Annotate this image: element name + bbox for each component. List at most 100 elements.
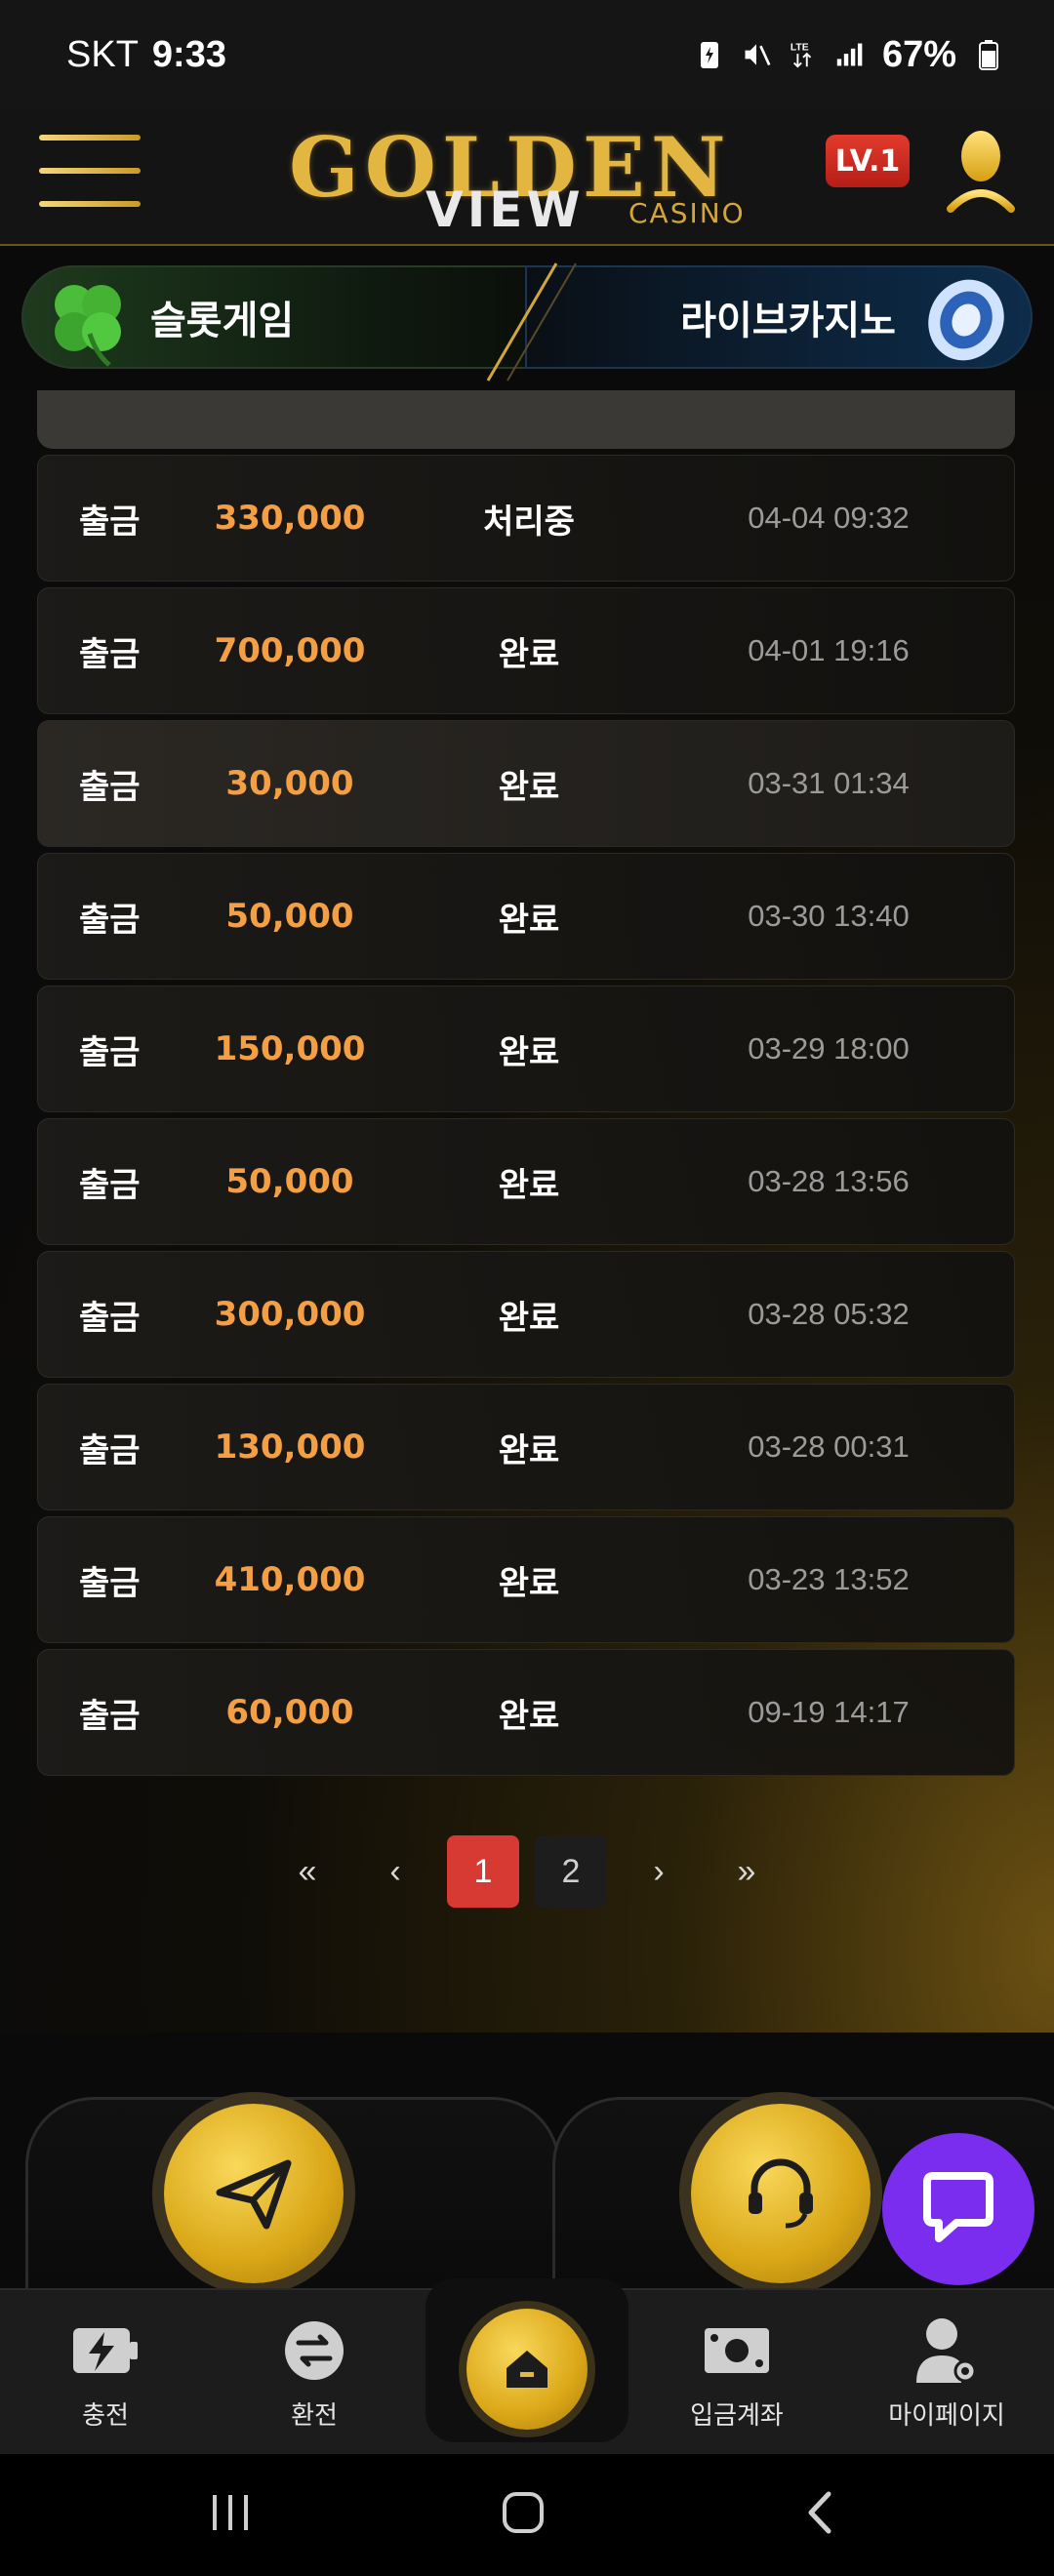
nav-exchange-label: 환전 xyxy=(291,2401,338,2431)
pagination: « ‹ 1 2 › » xyxy=(0,1834,1054,1909)
golden-view-logo[interactable]: GOLDEN VIEW CASINO xyxy=(289,113,757,238)
user-profile-icon[interactable] xyxy=(947,127,1015,215)
menu-icon[interactable] xyxy=(39,135,141,209)
battery-saver-icon xyxy=(695,38,724,71)
row-type: 출금 xyxy=(79,634,141,674)
row-status: 처리중 xyxy=(483,502,575,542)
carrier-label: SKT xyxy=(66,33,139,75)
page-2-button[interactable]: 2 xyxy=(535,1835,607,1908)
status-icons: LTE 67% xyxy=(695,34,1003,76)
cash-icon xyxy=(703,2319,771,2382)
battery-icon xyxy=(974,38,1003,71)
table-row[interactable]: 출금 50,000 완료 03-30 13:40 xyxy=(37,853,1015,980)
row-amount: 410,000 xyxy=(214,1560,366,1599)
row-date: 03-28 05:32 xyxy=(748,1297,910,1331)
table-row[interactable]: 출금 50,000 완료 03-28 13:56 xyxy=(37,1118,1015,1245)
table-row[interactable]: 출금 60,000 완료 09-19 14:17 xyxy=(37,1649,1015,1776)
app-header: GOLDEN VIEW CASINO LV.1 xyxy=(0,109,1054,246)
table-row[interactable]: 출금 30,000 완료 03-31 01:34 xyxy=(37,720,1015,847)
row-type: 출금 xyxy=(79,1563,141,1603)
table-row[interactable]: 출금 130,000 완료 03-28 00:31 xyxy=(37,1384,1015,1510)
casino-chip-icon xyxy=(928,279,1004,361)
withdraw-history[interactable]: 출금 330,000 처리중 04-04 09:32 출금 700,000 완료… xyxy=(0,390,1054,2033)
page-1-button[interactable]: 1 xyxy=(447,1835,519,1908)
row-date: 04-01 19:16 xyxy=(748,633,910,667)
row-status: 완료 xyxy=(498,1298,560,1338)
lte-icon: LTE xyxy=(789,38,818,71)
row-date: 09-19 14:17 xyxy=(748,1695,910,1729)
mute-icon xyxy=(742,38,771,71)
system-nav-bar xyxy=(0,2454,1054,2576)
row-status: 완료 xyxy=(498,900,560,940)
row-type: 출금 xyxy=(79,767,141,807)
table-row[interactable]: 출금 300,000 완료 03-28 05:32 xyxy=(37,1251,1015,1378)
prev-page-button[interactable]: ‹ xyxy=(359,1835,431,1908)
row-date: 03-30 13:40 xyxy=(748,899,910,933)
row-type: 출금 xyxy=(79,900,141,940)
row-type: 출금 xyxy=(79,1696,141,1736)
tab-divider-stripes xyxy=(486,262,577,382)
battery-charge-icon xyxy=(71,2319,140,2382)
telegram-icon xyxy=(216,2159,292,2230)
row-type: 출금 xyxy=(79,1165,141,1205)
row-status: 완료 xyxy=(498,767,560,807)
nav-my-page-label: 마이페이지 xyxy=(888,2401,1005,2431)
row-status: 완료 xyxy=(498,634,560,674)
svg-text:LTE: LTE xyxy=(790,42,809,53)
chat-button[interactable] xyxy=(882,2133,1034,2285)
last-page-button[interactable]: » xyxy=(710,1835,783,1908)
clock: 9:33 xyxy=(151,33,226,75)
row-status: 완료 xyxy=(498,1165,560,1205)
chat-bubble-icon xyxy=(923,2172,993,2242)
signal-icon xyxy=(835,38,865,71)
home-button[interactable] xyxy=(466,2309,588,2430)
nav-charge[interactable]: 충전 xyxy=(8,2319,203,2446)
nav-charge-label: 충전 xyxy=(82,2401,129,2431)
home-system-icon[interactable] xyxy=(484,2483,562,2542)
user-settings-icon xyxy=(912,2318,981,2383)
tab-live-label: 라이브카지노 xyxy=(680,299,896,343)
row-status: 완료 xyxy=(498,1696,560,1736)
row-amount: 60,000 xyxy=(225,1693,354,1732)
next-page-button[interactable]: › xyxy=(623,1835,695,1908)
nav-deposit-label: 입금계좌 xyxy=(690,2401,784,2431)
row-status: 완료 xyxy=(498,1430,560,1470)
row-date: 04-04 09:32 xyxy=(748,501,910,535)
row-amount: 300,000 xyxy=(214,1295,366,1334)
table-row[interactable]: 출금 150,000 완료 03-29 18:00 xyxy=(37,986,1015,1112)
table-row[interactable]: 출금 330,000 처리중 04-04 09:32 xyxy=(37,455,1015,582)
nav-deposit-account[interactable]: 입금계좌 xyxy=(639,2319,834,2446)
row-amount: 130,000 xyxy=(214,1428,366,1467)
first-page-button[interactable]: « xyxy=(271,1835,344,1908)
recent-apps-icon[interactable] xyxy=(191,2483,269,2542)
row-status: 완료 xyxy=(498,1563,560,1603)
table-row[interactable]: 출금 700,000 완료 04-01 19:16 xyxy=(37,587,1015,714)
row-type: 출금 xyxy=(79,1298,141,1338)
live-support-button[interactable] xyxy=(691,2104,871,2283)
page: SKT 9:33 LTE 67% GOLDEN VIEW CASINO LV.1… xyxy=(0,0,1054,2576)
level-badge[interactable]: LV.1 xyxy=(826,135,910,187)
clover-icon xyxy=(55,285,121,367)
exchange-icon xyxy=(280,2319,348,2382)
back-icon[interactable] xyxy=(781,2483,859,2542)
row-amount: 50,000 xyxy=(225,1162,354,1201)
nav-my-page[interactable]: 마이페이지 xyxy=(849,2318,1044,2446)
battery-percent: 67% xyxy=(881,33,956,75)
row-date: 03-29 18:00 xyxy=(748,1031,910,1066)
row-amount: 330,000 xyxy=(214,499,366,538)
logo-casino-text: CASINO xyxy=(628,197,746,229)
row-status: 완료 xyxy=(498,1032,560,1072)
status-bar: SKT 9:33 LTE 67% xyxy=(0,0,1054,109)
row-amount: 50,000 xyxy=(225,897,354,936)
table-row[interactable]: 출금 410,000 완료 03-23 13:52 xyxy=(37,1516,1015,1643)
telegram-button[interactable] xyxy=(164,2104,344,2283)
row-date: 03-28 13:56 xyxy=(748,1164,910,1198)
home-icon xyxy=(507,2351,547,2388)
row-date: 03-31 01:34 xyxy=(748,766,910,800)
row-date: 03-23 13:52 xyxy=(748,1562,910,1596)
row-type: 출금 xyxy=(79,1430,141,1470)
headset-icon xyxy=(749,2158,813,2229)
row-amount: 700,000 xyxy=(214,631,366,670)
row-amount: 30,000 xyxy=(225,764,354,803)
nav-exchange[interactable]: 환전 xyxy=(217,2319,412,2446)
